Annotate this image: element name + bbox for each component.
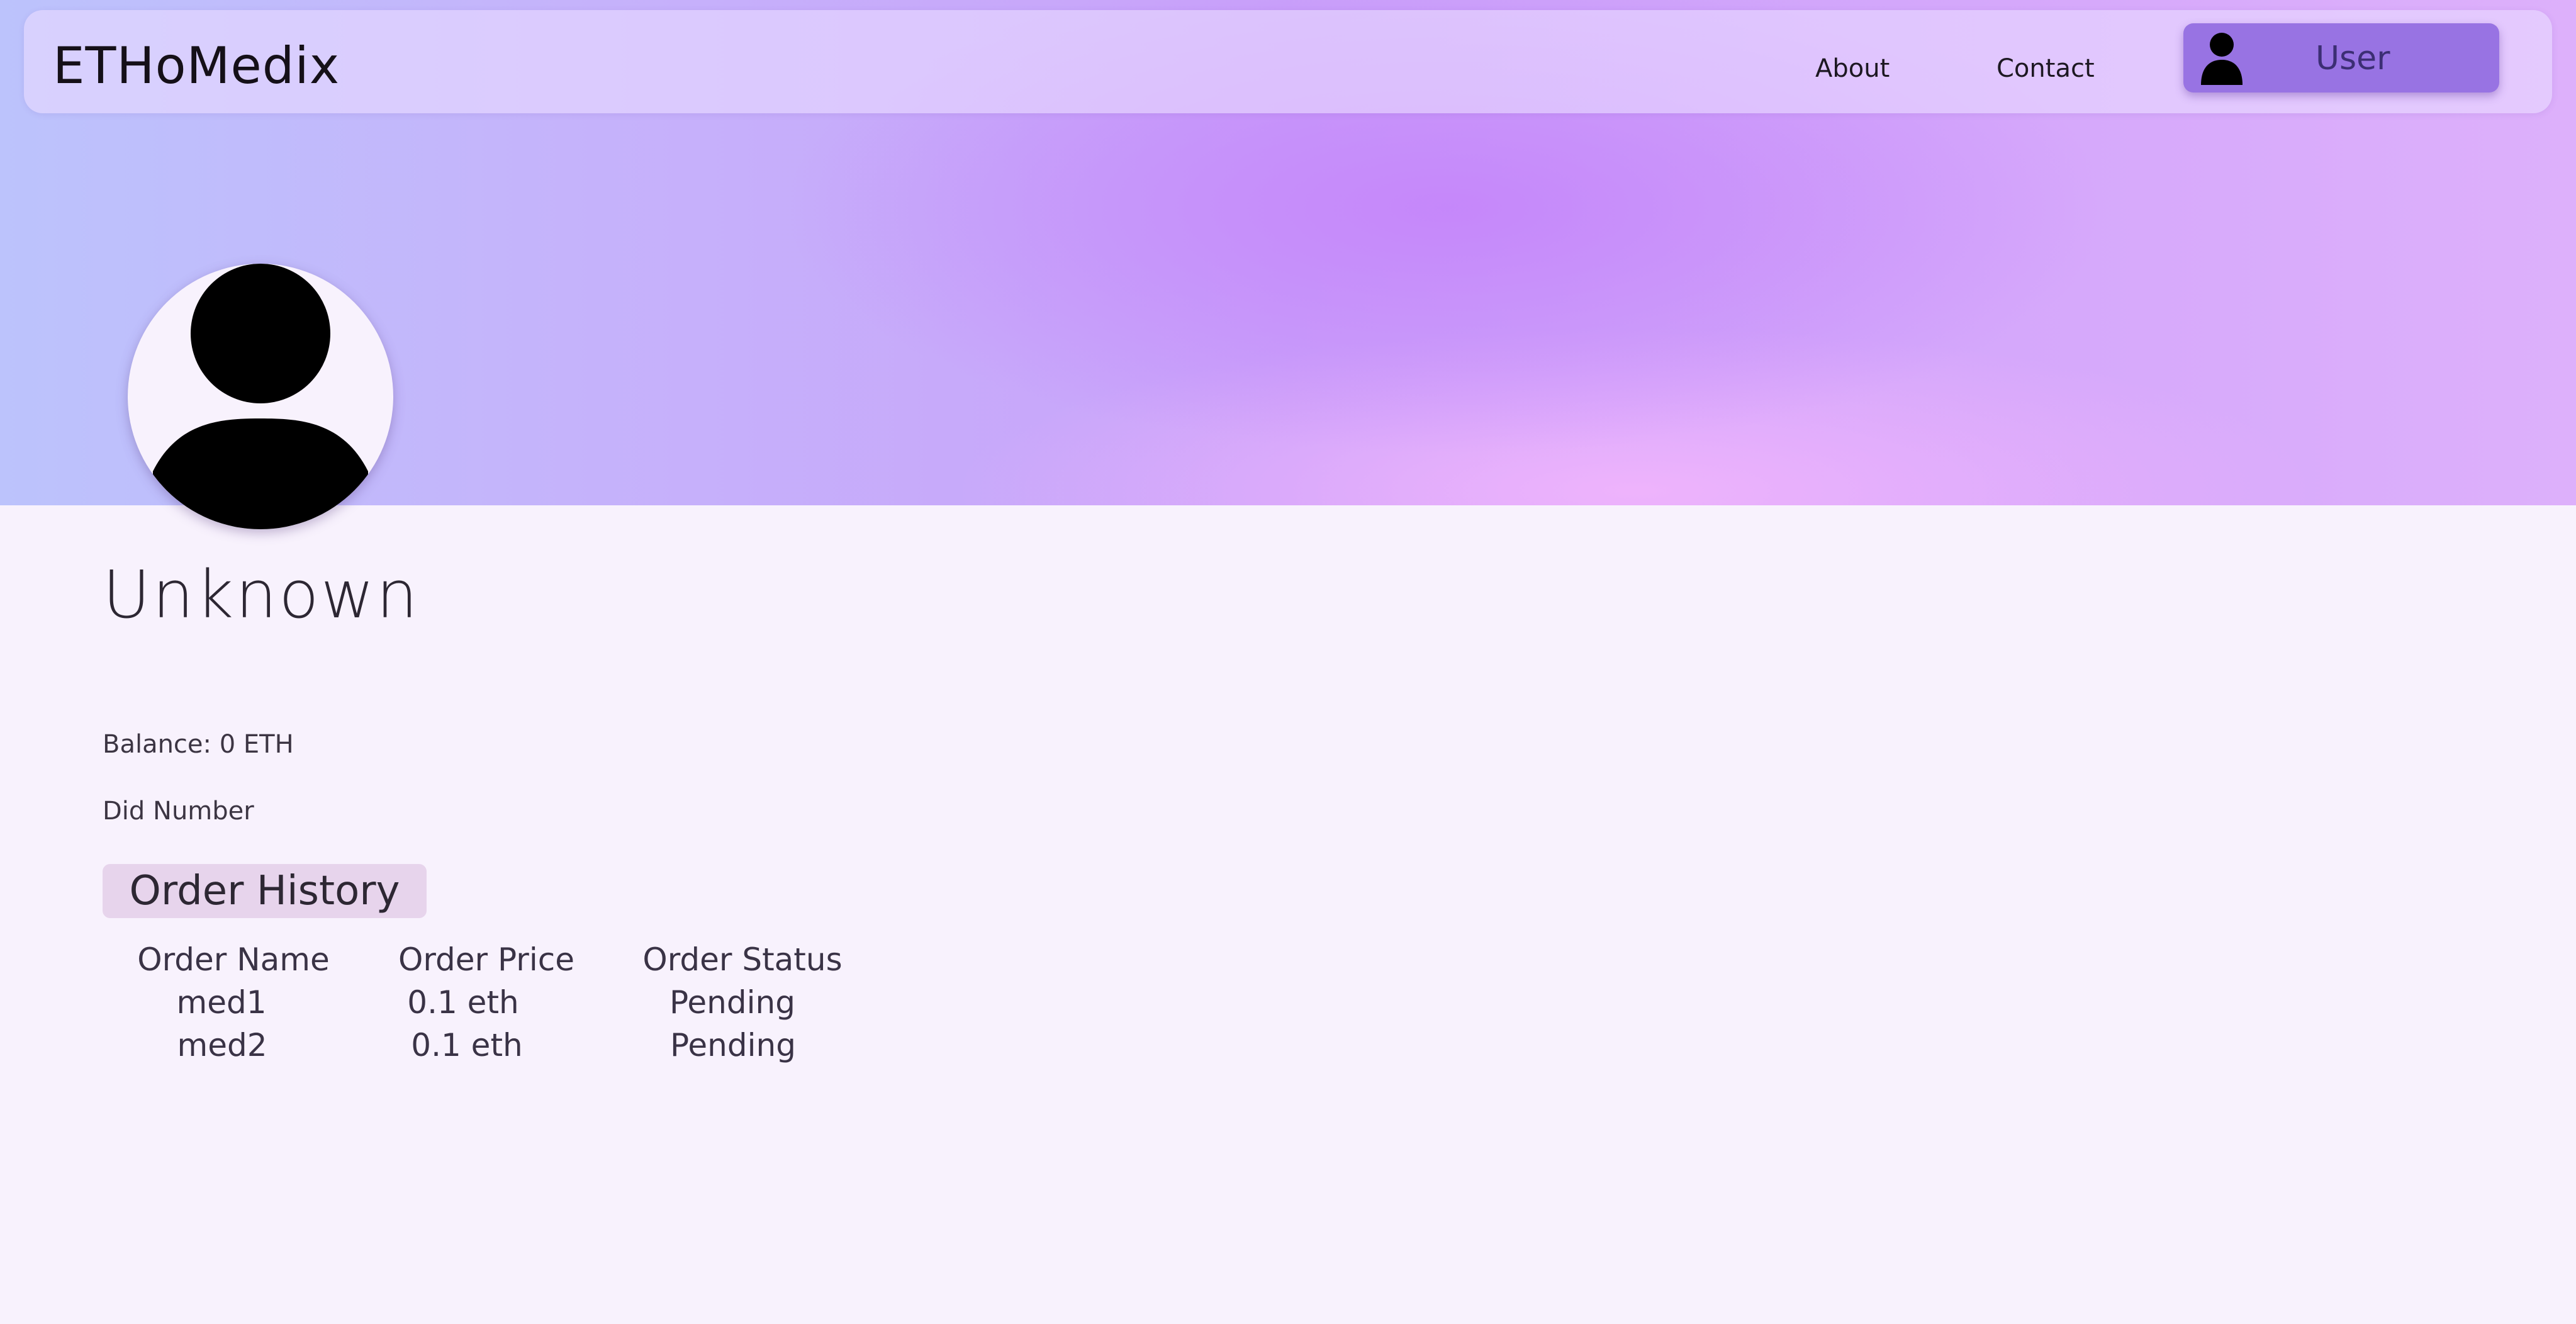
order-name-cell: med2 bbox=[177, 1027, 267, 1063]
order-price-cell: 0.1 eth bbox=[411, 1027, 523, 1063]
order-history-heading: Order History bbox=[103, 864, 427, 918]
navbar: ETHoMedix About Contact User bbox=[24, 10, 2552, 113]
profile-name: Unknown bbox=[103, 556, 420, 633]
nav-about-link[interactable]: About bbox=[1815, 54, 1890, 83]
order-status-cell: Pending bbox=[669, 984, 795, 1021]
order-name-cell: med1 bbox=[176, 984, 267, 1021]
user-avatar-icon bbox=[128, 264, 393, 529]
column-header-order-price: Order Price bbox=[398, 941, 574, 978]
order-price-cell: 0.1 eth bbox=[407, 984, 519, 1021]
user-icon bbox=[2200, 31, 2244, 85]
balance-text: Balance: 0 ETH bbox=[103, 730, 294, 759]
column-header-order-status: Order Status bbox=[642, 941, 843, 978]
user-button-label: User bbox=[2316, 40, 2390, 77]
profile-page: ETHoMedix About Contact User Unknown Bal… bbox=[0, 0, 2576, 1324]
brand-logo[interactable]: ETHoMedix bbox=[53, 36, 340, 95]
order-status-cell: Pending bbox=[670, 1027, 796, 1063]
user-button[interactable]: User bbox=[2183, 23, 2499, 93]
nav-contact-link[interactable]: Contact bbox=[1996, 54, 2095, 83]
column-header-order-name: Order Name bbox=[137, 941, 330, 978]
did-number-text: Did Number bbox=[103, 797, 254, 826]
